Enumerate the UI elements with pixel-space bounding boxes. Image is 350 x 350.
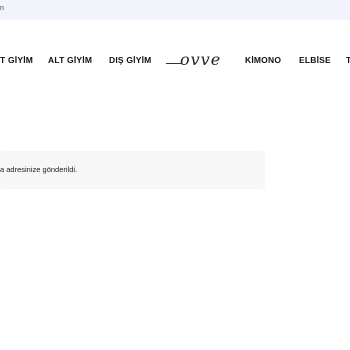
notice-message: a adresinize gönderildi. — [0, 165, 78, 174]
success-notice: a adresinize gönderildi. — [0, 151, 265, 189]
nav-item-ust-giyim[interactable]: T GİYİM — [0, 55, 33, 65]
topbar-text: n — [0, 5, 4, 12]
nav-item-alt-giyim[interactable]: ALT GİYİM — [48, 55, 92, 65]
nav-item-kimono[interactable]: KİMONO — [245, 55, 281, 65]
logo-text: ovve — [180, 50, 222, 69]
nav-item-elbise[interactable]: ELBİSE — [299, 55, 331, 65]
brand-logo[interactable]: ovve — [166, 48, 230, 72]
top-announcement-bar: n — [0, 0, 350, 20]
main-navigation: T GİYİM ALT GİYİM DIŞ GİYİM ovve KİMONO … — [0, 46, 350, 76]
logo-stroke — [166, 63, 181, 64]
nav-item-partial[interactable]: T — [346, 55, 350, 65]
nav-item-dis-giyim[interactable]: DIŞ GİYİM — [109, 55, 151, 65]
